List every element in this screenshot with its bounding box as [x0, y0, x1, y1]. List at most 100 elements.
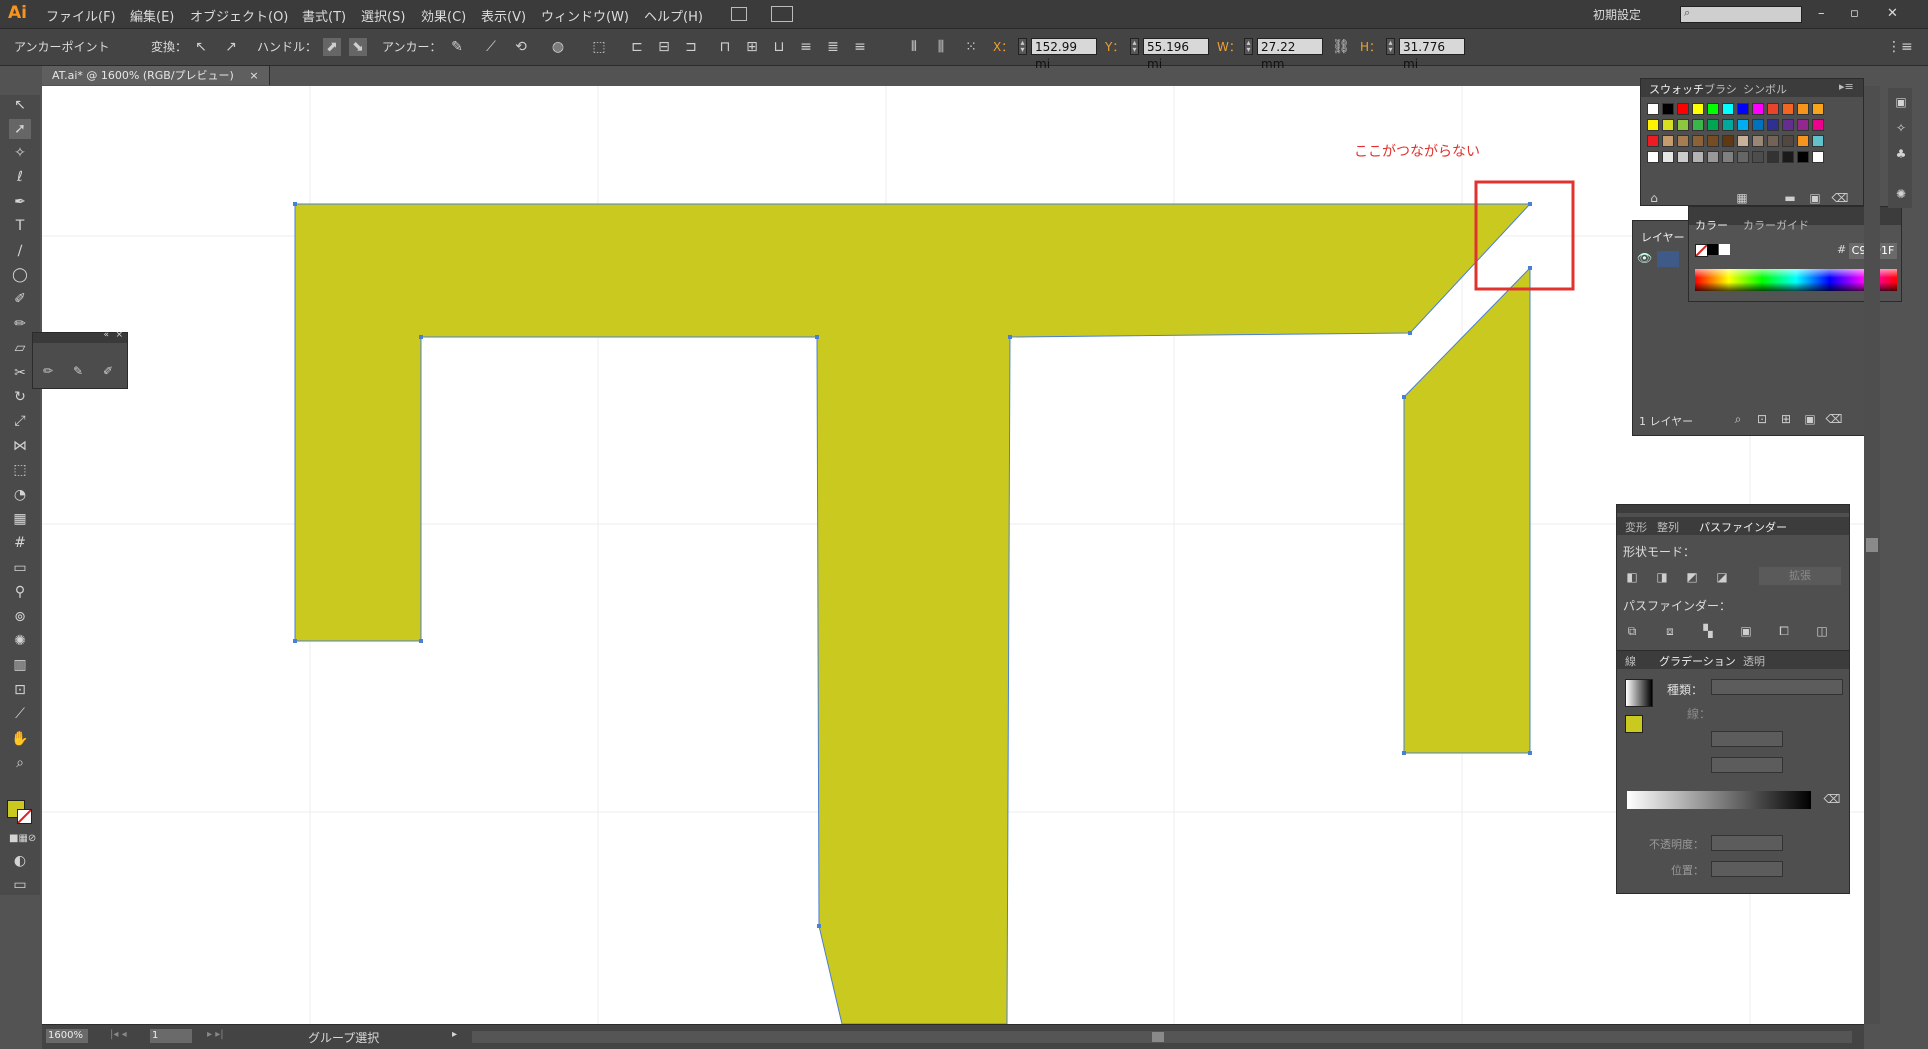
x-field[interactable]: 152.99 mi	[1031, 38, 1097, 71]
shape-builder-tool-icon[interactable]: ◔	[9, 485, 31, 505]
line-tool-icon[interactable]: ∕	[9, 241, 31, 261]
w-field[interactable]: 27.22 mm	[1257, 38, 1323, 71]
h-field[interactable]: 31.776 mi	[1399, 38, 1465, 71]
swatch-chip[interactable]	[1662, 103, 1674, 115]
align-right-icon[interactable]: ⊐	[682, 38, 700, 56]
new-sublayer-icon[interactable]: ⊞	[1777, 411, 1795, 427]
rotate-tool-icon[interactable]: ↻	[9, 387, 31, 407]
artboard-next-icon[interactable]: ▸ ▸|	[207, 1029, 224, 1040]
swatch-chip[interactable]	[1782, 151, 1794, 163]
connect-anchor-icon[interactable]: ⟋	[482, 38, 500, 56]
swatch-chip[interactable]	[1662, 135, 1674, 147]
artboard-tool-icon[interactable]: ⊡	[9, 680, 31, 700]
h-spinner[interactable]: ▴ ▾	[1386, 38, 1395, 55]
gradient-tool-icon[interactable]: ▭	[9, 558, 31, 578]
align-hcenter-icon[interactable]: ⊟	[655, 38, 673, 56]
swatch-chip[interactable]	[1662, 151, 1674, 163]
menu-help[interactable]: ヘルプ(H)	[644, 6, 703, 25]
symbol-sprayer-tool-icon[interactable]: ✺	[9, 631, 31, 651]
menu-type[interactable]: 書式(T)	[302, 6, 346, 25]
swatch-chip[interactable]	[1707, 151, 1719, 163]
panel-menu-icon[interactable]: ▸≡	[1839, 80, 1854, 93]
document-tab-close[interactable]: ×	[249, 69, 258, 82]
arrange-documents-icon[interactable]	[771, 6, 793, 22]
swatch-chip[interactable]	[1767, 103, 1779, 115]
swatch-chip[interactable]	[1647, 151, 1659, 163]
eraser-tool-icon[interactable]: ▱	[9, 338, 31, 358]
swatch-chip[interactable]	[1722, 103, 1734, 115]
menu-select[interactable]: 選択(S)	[361, 6, 405, 25]
black-color-chip[interactable]	[1707, 244, 1718, 255]
gradient-aspect-dropdown[interactable]	[1711, 757, 1783, 773]
intersect-icon[interactable]: ◩	[1683, 569, 1701, 585]
swatch-chip[interactable]	[1812, 135, 1824, 147]
canvas-artboard[interactable]: ここがつながらない	[42, 86, 1864, 1024]
perspective-grid-tool-icon[interactable]: ▦	[9, 509, 31, 529]
swatch-chip[interactable]	[1797, 119, 1809, 131]
swatch-chip[interactable]	[1707, 135, 1719, 147]
symbols-panel-icon[interactable]: ♣	[1890, 144, 1912, 164]
status-menu-arrow[interactable]: ▸	[452, 1029, 457, 1040]
column-graph-tool-icon[interactable]: ▥	[9, 655, 31, 675]
swatch-chip[interactable]	[1752, 119, 1764, 131]
brushes-panel-icon[interactable]: ✧	[1890, 118, 1912, 138]
swatch-chip[interactable]	[1752, 103, 1764, 115]
menu-view[interactable]: 表示(V)	[481, 6, 526, 25]
gradient-fill-swatch[interactable]	[1625, 715, 1643, 733]
crop-icon[interactable]: ▣	[1737, 623, 1755, 639]
align-left-icon[interactable]: ⊏	[628, 38, 646, 56]
layer-visibility-eye-icon[interactable]: 👁	[1637, 251, 1655, 267]
divide-icon[interactable]: ⧉	[1623, 623, 1641, 639]
search-input[interactable]: ⌕	[1680, 6, 1802, 23]
swatch-chip[interactable]	[1662, 119, 1674, 131]
swatch-chip[interactable]	[1782, 119, 1794, 131]
tab-transparency[interactable]: 透明	[1743, 653, 1765, 669]
free-transform-tool-icon[interactable]: ⬚	[9, 460, 31, 480]
swatch-chip[interactable]	[1737, 119, 1749, 131]
outline-icon[interactable]: ⧠	[1775, 623, 1793, 639]
zoom-field[interactable]: 1600%	[46, 1029, 88, 1043]
menu-window[interactable]: ウィンドウ(W)	[541, 6, 629, 25]
scroll-thumb[interactable]	[1866, 538, 1878, 552]
distribute-bottom-icon[interactable]: ≡	[851, 38, 869, 56]
swatch-chip[interactable]	[1677, 135, 1689, 147]
swatch-chip[interactable]	[1767, 135, 1779, 147]
tab-stroke[interactable]: 線	[1625, 653, 1636, 669]
swatch-chip[interactable]	[1677, 151, 1689, 163]
hand-tool-icon[interactable]: ✋	[9, 729, 31, 749]
show-handles-icon[interactable]: ⬈	[323, 38, 341, 56]
direct-selection-tool-icon[interactable]: ➚	[9, 119, 31, 139]
swatch-chip[interactable]	[1797, 103, 1809, 115]
distribute-vcenter-icon[interactable]: ≣	[824, 38, 842, 56]
color-mode-icons[interactable]: ■▦⊘	[9, 829, 36, 849]
slice-tool-icon[interactable]: ⟋	[9, 704, 31, 724]
document-tab[interactable]: AT.ai* @ 1600% (RGB/プレビュー) ×	[42, 66, 270, 85]
palette-close-icon[interactable]: ×	[115, 330, 123, 340]
position-dropdown[interactable]	[1711, 861, 1783, 877]
constrain-link-icon[interactable]: ⛓	[1332, 38, 1350, 56]
blend-tool-icon[interactable]: ⊚	[9, 607, 31, 627]
tab-symbols[interactable]: シンボル	[1743, 81, 1787, 97]
type-tool-icon[interactable]: T	[9, 216, 31, 236]
align-vcenter-icon[interactable]: ⊞	[743, 38, 761, 56]
menu-effect[interactable]: 効果(C)	[421, 6, 466, 25]
gradient-slider[interactable]	[1627, 791, 1811, 809]
path-right-piece[interactable]	[1403, 266, 1531, 754]
convert-smooth-icon[interactable]: ↗	[222, 38, 240, 56]
horizontal-scroll-thumb[interactable]	[1152, 1032, 1164, 1042]
swatch-chip[interactable]	[1707, 119, 1719, 131]
tab-color[interactable]: カラー	[1695, 217, 1728, 233]
cut-path-icon[interactable]: ⟲	[512, 38, 530, 56]
swatch-chip[interactable]	[1782, 135, 1794, 147]
ellipse-tool-icon[interactable]: ◯	[9, 265, 31, 285]
w-spinner[interactable]: ▴ ▾	[1244, 38, 1253, 55]
horizontal-scrollbar[interactable]	[472, 1031, 1852, 1043]
swatch-chip[interactable]	[1737, 103, 1749, 115]
selection-tool-icon[interactable]: ↖	[9, 95, 31, 115]
tab-align[interactable]: 整列	[1657, 519, 1679, 535]
delete-layer-icon[interactable]: ⌫	[1825, 411, 1843, 427]
tab-gradient[interactable]: グラデーション	[1659, 653, 1736, 669]
swatch-chip[interactable]	[1722, 151, 1734, 163]
paintbrush-tool-icon[interactable]: ✐	[9, 289, 31, 309]
swatch-chip[interactable]	[1692, 119, 1704, 131]
